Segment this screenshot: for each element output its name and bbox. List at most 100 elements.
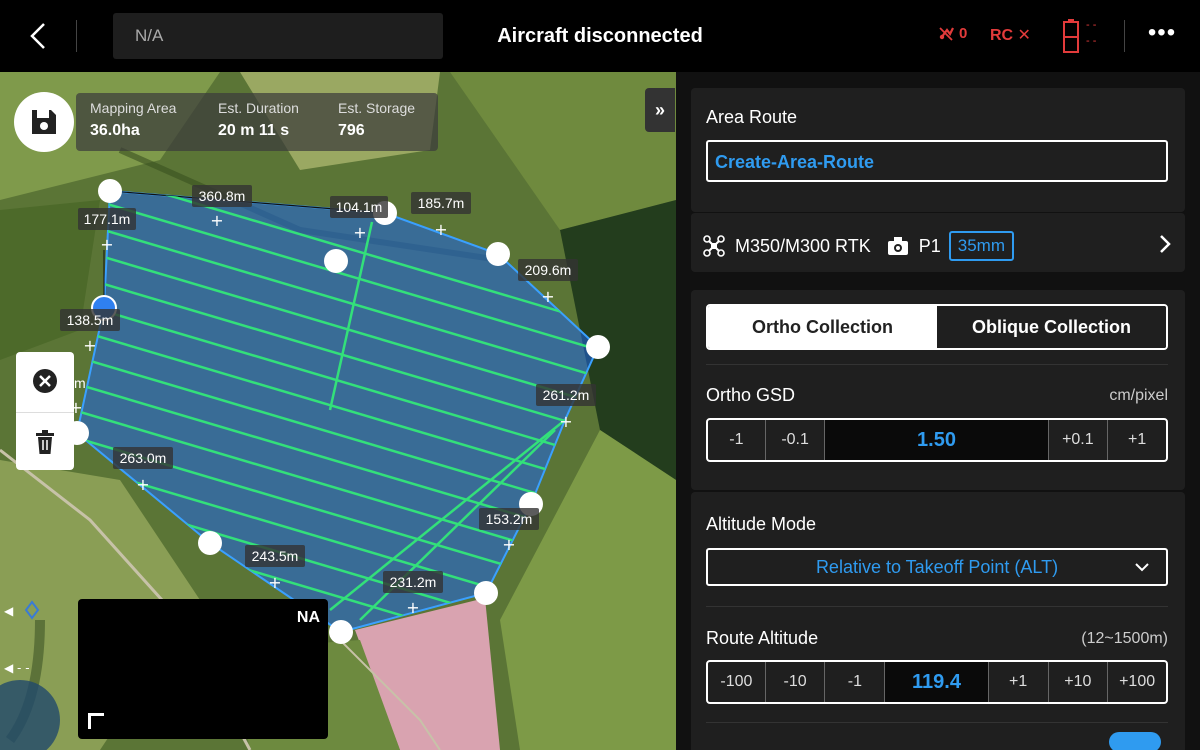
altitude-plus-100-button[interactable]: +100 [1108,662,1166,702]
distance-label: 104.1m [336,199,383,215]
back-button[interactable] [22,20,54,52]
map-tools [16,352,74,470]
svg-text:◀: ◀ [4,604,14,618]
clear-points-button[interactable] [16,352,74,410]
route-name-input[interactable]: Create-Area-Route [706,140,1168,182]
gsd-minus-0.1-button[interactable]: -0.1 [766,420,826,460]
fpv-preview[interactable]: NA [78,599,328,739]
signal-status[interactable]: 0 [938,24,967,42]
area-route-label: Area Route [706,107,798,127]
page-title: Aircraft disconnected [497,25,703,47]
svg-text:+: + [541,287,554,306]
route-settings-panel: Area Route Create-Area-Route M350/M300 R… [676,72,1200,750]
route-altitude-label: Route Altitude [706,628,819,648]
duration-label: Est. Duration [218,100,299,116]
route-altitude-range: (12~1500m) [1081,630,1168,647]
gsd-stepper: -1 -0.1 1.50 +0.1 +1 [706,418,1168,462]
double-chevron-right-icon: » [654,100,665,120]
altitude-mode-label: Altitude Mode [706,514,817,534]
distance-label: 261.2m [543,387,590,403]
next-setting-toggle[interactable] [1109,732,1161,750]
distance-label: 231.2m [390,574,437,590]
altitude-mode-select[interactable]: Relative to Takeoff Point (ALT) [706,548,1168,586]
divider [706,722,1168,723]
altitude-stepper: -100 -10 -1 119.4 +1 +10 +100 [706,660,1168,704]
drone-model: M350/M300 RTK [735,235,871,256]
altitude-minus-100-button[interactable]: -100 [708,662,766,702]
altitude-plus-10-button[interactable]: +10 [1049,662,1109,702]
distance-label: 177.1m [84,211,131,227]
battery-bottom-value: - - [1086,35,1097,47]
mapping-area-stat: Mapping Area 36.0ha [90,100,176,140]
close-circle-icon [33,369,57,393]
storage-stat: Est. Storage 796 [338,100,415,140]
divider [76,20,77,52]
aircraft-info: M350/M300 RTK P1 35mm [703,231,1014,261]
fpv-status-label: NA [296,609,320,626]
altitude-minus-10-button[interactable]: -10 [766,662,826,702]
distance-label: 153.2m [486,511,533,527]
storage-label: Est. Storage [338,100,416,116]
altitude-minus-1-button[interactable]: -1 [825,662,886,702]
mapping-stats-panel: Mapping Area 36.0ha Est. Duration 20 m 1… [76,93,438,151]
divider [1124,20,1125,52]
svg-text:+: + [268,573,281,592]
tab-ortho-collection[interactable]: Ortho Collection [708,306,937,348]
chevron-down-icon [1135,563,1149,572]
aircraft-camera-card[interactable]: M350/M300 RTK P1 35mm [691,212,1185,272]
tab-oblique-collection[interactable]: Oblique Collection [937,306,1166,348]
altitude-card: Altitude Mode Relative to Takeoff Point … [691,492,1185,750]
distance-label: 243.5m [252,548,299,564]
divider [706,606,1168,607]
rc-status[interactable]: RC ✕ [990,25,1031,45]
collection-mode-toggle: Ortho Collection Oblique Collection [706,304,1168,350]
mapping-area-label: Mapping Area [90,100,177,116]
ortho-gsd-label: Ortho GSD [706,385,796,405]
svg-text:+: + [100,235,113,254]
svg-text:+: + [83,336,96,355]
altitude-value-input[interactable]: 119.4 [885,662,989,702]
trash-icon [36,429,54,454]
storage-value: 796 [338,122,365,139]
more-icon: ••• [1147,19,1177,46]
svg-text:◀ - -: ◀ - - [4,661,30,675]
gsd-unit: cm/pixel [1109,387,1168,404]
area-route-card: Area Route Create-Area-Route [691,88,1185,212]
signal-lost-icon [939,27,954,41]
altitude-plus-1-button[interactable]: +1 [989,662,1049,702]
svg-text:+: + [353,223,366,242]
delete-route-button[interactable] [16,412,74,470]
save-button[interactable] [14,92,74,152]
svg-text:+: + [210,211,223,230]
gsd-minus-1-button[interactable]: -1 [708,420,766,460]
top-bar: N/A Aircraft disconnected 0 RC ✕ - - - -… [0,0,1200,72]
mission-name-field[interactable]: N/A [113,13,443,59]
altitude-mode-value: Relative to Takeoff Point (ALT) [815,556,1059,577]
camera-icon [887,237,908,255]
distance-label: 138.5m [67,312,114,328]
svg-text:+: + [406,598,419,617]
battery-status[interactable]: - - - - [1062,19,1102,55]
divider [706,364,1168,365]
svg-text:+: + [559,412,572,431]
distance-label: 360.8m [199,188,246,204]
svg-text:+: + [502,535,515,554]
save-icon [32,110,56,134]
battery-top-value: - - [1086,19,1097,31]
chevron-right-icon[interactable] [1155,231,1175,257]
chevron-left-icon [30,23,45,49]
expand-corner-icon[interactable] [88,713,104,729]
gsd-plus-0.1-button[interactable]: +0.1 [1049,420,1109,460]
distance-label: 185.7m [418,195,465,211]
svg-text:+: + [136,475,149,494]
drone-icon [703,235,725,257]
more-options-button[interactable]: ••• [1144,19,1180,50]
gsd-value-input[interactable]: 1.50 [825,420,1049,460]
collapse-panel-button[interactable]: » [645,88,675,132]
camera-model: P1 [918,235,941,256]
gsd-plus-1-button[interactable]: +1 [1108,420,1166,460]
distance-label: 209.6m [525,262,572,278]
lens-tag: 35mm [948,231,1014,261]
signal-count: 0 [959,24,968,42]
distance-label: 263.0m [120,450,167,466]
